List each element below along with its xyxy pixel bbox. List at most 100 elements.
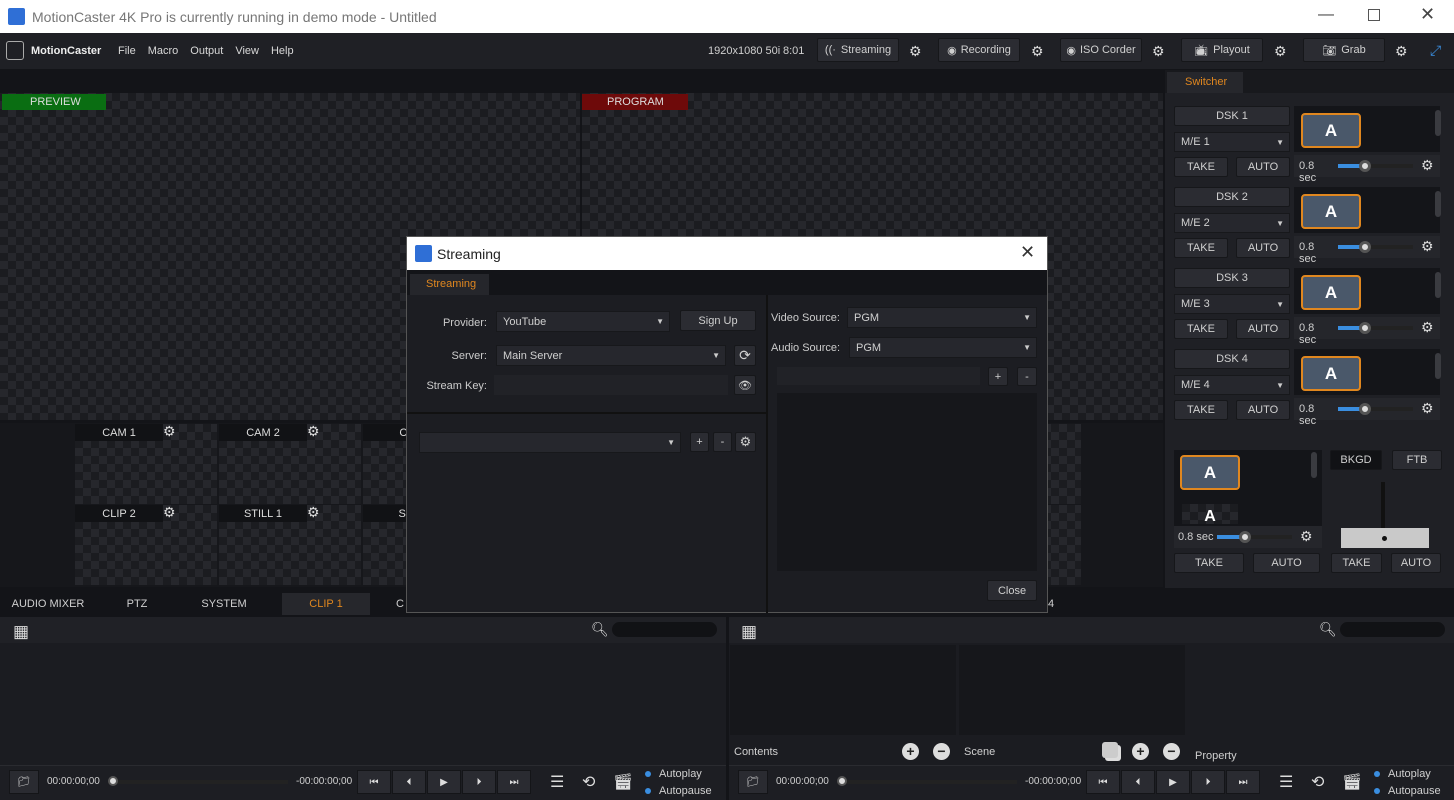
tab-system[interactable]: SYSTEM [178,593,270,615]
recording-settings-gear-icon[interactable]: ⚙ [1031,43,1044,60]
provider-dropdown[interactable]: YouTube [496,311,670,332]
dsk-button[interactable]: DSK 4 [1174,349,1290,369]
dsk-auto-button[interactable]: AUTO [1236,400,1290,420]
skip-start-button[interactable]: ⏮ [1086,770,1120,794]
clapper-icon[interactable]: 🎬︎ [613,772,633,792]
step-back-button[interactable]: ⏴ [392,770,426,794]
scrollbar[interactable] [1435,272,1441,298]
tab-switcher[interactable]: Switcher [1167,72,1243,93]
profile-dropdown[interactable] [419,432,681,453]
play-button[interactable]: ▶ [1156,770,1190,794]
ftb-auto-button[interactable]: AUTO [1391,553,1441,573]
profile-settings-button[interactable]: ⚙ [735,432,756,452]
menu-view[interactable]: View [235,45,259,57]
me-dropdown[interactable]: M/E 1 [1174,132,1290,152]
search-input[interactable] [612,622,717,637]
dsk-settings-gear-icon[interactable]: ⚙ [1421,238,1434,255]
dsk-settings-gear-icon[interactable]: ⚙ [1421,157,1434,174]
scrollbar[interactable] [1435,353,1441,379]
show-key-button[interactable]: 👁︎ [734,375,756,395]
server-dropdown[interactable]: Main Server [496,345,726,366]
refresh-server-button[interactable]: ⟳ [734,345,756,366]
video-source-dropdown[interactable]: PGM [847,307,1037,328]
dsk-take-button[interactable]: TAKE [1174,157,1228,177]
skip-end-button[interactable]: ⏭ [1226,770,1260,794]
iso-corder-button[interactable]: ◉ ISO Corder [1060,38,1142,62]
add-scene-icon[interactable]: + [1132,743,1149,760]
menu-file[interactable]: File [118,45,136,57]
me-take-button[interactable]: TAKE [1174,553,1244,573]
grab-button[interactable]: 📷︎ Grab [1303,38,1385,62]
playout-button[interactable]: 📺︎ Playout [1181,38,1263,62]
recording-button[interactable]: ◉ Recording [938,38,1020,62]
close-button[interactable]: ✕ [1420,4,1435,25]
me-dropdown[interactable]: M/E 4 [1174,375,1290,395]
destination-input[interactable] [777,367,980,385]
remove-scene-icon[interactable]: − [1163,743,1180,760]
streaming-button[interactable]: ((· Streaming [817,38,899,62]
me-dropdown[interactable]: M/E 3 [1174,294,1290,314]
iso-settings-gear-icon[interactable]: ⚙ [1152,43,1165,60]
skip-end-button[interactable]: ⏭ [497,770,531,794]
open-folder-button[interactable]: 📁︎ [738,770,768,794]
clapper-icon[interactable]: 🎬︎ [1342,772,1362,792]
tab-ptz[interactable]: PTZ [96,593,178,615]
dsk-auto-button[interactable]: AUTO [1236,157,1290,177]
gear-icon[interactable]: ⚙ [307,423,320,440]
remove-profile-button[interactable]: - [713,432,732,452]
search-icon[interactable]: 🔍︎ [591,621,609,638]
dialog-close-button[interactable]: Close [987,580,1037,601]
scrollbar[interactable] [1311,452,1317,478]
dialog-close-icon[interactable]: ✕ [1020,242,1035,263]
timeline-scrubber[interactable] [108,776,288,786]
search-icon[interactable]: 🔍︎ [1319,621,1337,638]
playout-settings-gear-icon[interactable]: ⚙ [1274,43,1287,60]
dsk-take-button[interactable]: TAKE [1174,238,1228,258]
me-duration-slider[interactable] [1217,531,1292,543]
me-auto-button[interactable]: AUTO [1253,553,1320,573]
autopause-toggle[interactable]: Autopause [1374,785,1441,797]
autoplay-toggle[interactable]: Autoplay [645,768,702,780]
dsk-auto-button[interactable]: AUTO [1236,319,1290,339]
dsk-source-a-button[interactable]: A [1301,275,1361,310]
grid-view-icon[interactable]: ▦ [13,622,29,642]
step-forward-button[interactable]: ⏵ [462,770,496,794]
bkgd-button[interactable]: BKGD [1330,450,1382,470]
tbar-handle[interactable] [1341,528,1429,548]
remove-content-icon[interactable]: − [933,743,950,760]
dsk-source-a-button[interactable]: A [1301,194,1361,229]
step-forward-button[interactable]: ⏵ [1191,770,1225,794]
dsk-duration-slider[interactable] [1338,160,1413,172]
dsk-take-button[interactable]: TAKE [1174,400,1228,420]
dsk-button[interactable]: DSK 2 [1174,187,1290,207]
scrollbar[interactable] [1435,191,1441,217]
tab-audio-mixer[interactable]: AUDIO MIXER [0,593,96,615]
grab-settings-gear-icon[interactable]: ⚙ [1395,43,1408,60]
loop-icon[interactable]: ⟲ [1311,772,1324,792]
menu-help[interactable]: Help [271,45,294,57]
me-source-b-button[interactable]: A [1182,504,1238,525]
me-settings-gear-icon[interactable]: ⚙ [1300,528,1313,545]
maximize-button[interactable] [1368,9,1380,21]
me-dropdown[interactable]: M/E 2 [1174,213,1290,233]
dsk-settings-gear-icon[interactable]: ⚙ [1421,400,1434,417]
gear-icon[interactable]: ⚙ [307,504,320,521]
tab-clip-1[interactable]: CLIP 1 [282,593,370,615]
dsk-duration-slider[interactable] [1338,403,1413,415]
duplicate-scene-icon[interactable] [1102,742,1118,758]
dsk-duration-slider[interactable] [1338,322,1413,334]
loop-icon[interactable]: ⟲ [582,772,595,792]
sign-up-button[interactable]: Sign Up [680,310,756,331]
add-destination-button[interactable]: + [988,367,1008,386]
gear-icon[interactable]: ⚙ [163,504,176,521]
dialog-tab-streaming[interactable]: Streaming [410,274,489,295]
add-profile-button[interactable]: + [690,432,709,452]
audio-source-dropdown[interactable]: PGM [849,337,1037,358]
dsk-auto-button[interactable]: AUTO [1236,238,1290,258]
dsk-source-a-button[interactable]: A [1301,113,1361,148]
search-input[interactable] [1340,622,1445,637]
scrollbar[interactable] [1435,110,1441,136]
streaming-settings-gear-icon[interactable]: ⚙ [909,43,922,60]
playlist-icon[interactable]: ☰ [550,772,564,792]
gear-icon[interactable]: ⚙ [163,423,176,440]
